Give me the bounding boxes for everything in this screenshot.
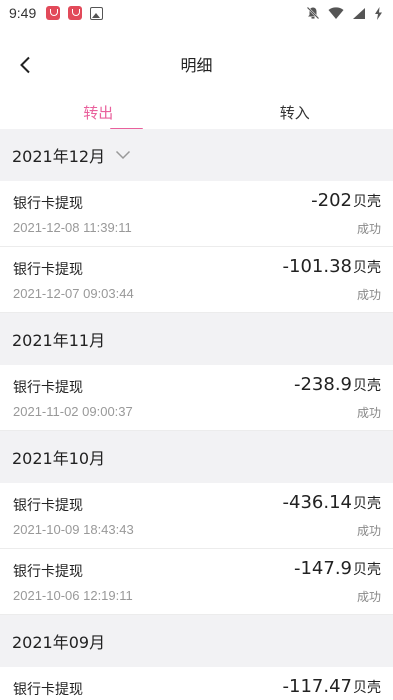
transaction-amount: -436.14 贝壳 [283, 492, 381, 513]
transaction-time: 2021-12-07 09:03:44 [13, 286, 134, 301]
amount-value: -436.14 [282, 492, 352, 513]
transaction-time: 2021-12-08 11:39:11 [13, 220, 132, 235]
transaction-status: 成功 [356, 524, 381, 538]
month-header[interactable]: 2021年10月 [0, 431, 393, 483]
transaction-amount: -117.47 贝壳 [283, 676, 381, 697]
amount-value: -238.9 [293, 374, 352, 395]
status-time: 9:49 [9, 5, 37, 21]
gallery-notification-icon [90, 6, 104, 20]
amount-value: -101.38 [282, 256, 352, 277]
transaction-status: 成功 [356, 406, 381, 420]
transaction-row[interactable]: 银行卡提现 2021-10-09 18:43:43 -436.14 贝壳 成功 [0, 483, 393, 549]
month-header[interactable]: 2021年09月 [0, 615, 393, 667]
transaction-time: 2021-11-02 09:00:37 [13, 404, 133, 419]
tab-transfer-out[interactable]: 转出 [0, 102, 197, 132]
transaction-amount: -202 贝壳 [311, 190, 381, 211]
transaction-time: 2021-10-06 12:19:11 [13, 588, 133, 603]
transaction-row[interactable]: 银行卡提现 2021-12-08 11:39:11 -202 贝壳 成功 [0, 181, 393, 247]
transaction-title: 银行卡提现 [13, 564, 83, 580]
amount-unit: 贝壳 [353, 194, 381, 210]
amount-unit: 贝壳 [353, 562, 381, 578]
transaction-title: 银行卡提现 [13, 380, 83, 396]
month-header[interactable]: 2021年11月 [0, 313, 393, 365]
bell-off-icon [306, 6, 320, 20]
month-label: 2021年09月 [12, 633, 106, 652]
transaction-title: 银行卡提现 [13, 196, 83, 212]
tab-transfer-in[interactable]: 转入 [197, 102, 393, 132]
transaction-amount: -101.38 贝壳 [283, 256, 381, 277]
transaction-title: 银行卡提现 [13, 682, 83, 698]
navigation-bar: 明细 [0, 26, 393, 102]
amount-value: -117.47 [282, 676, 352, 697]
transaction-amount: -147.9 贝壳 [294, 558, 381, 579]
month-label: 2021年12月 [12, 147, 106, 166]
transaction-amount: -238.9 贝壳 [294, 374, 381, 395]
month-header[interactable]: 2021年12月 [0, 129, 393, 181]
transaction-status: 成功 [356, 288, 381, 302]
transaction-row[interactable]: 银行卡提现 -117.47 贝壳 [0, 667, 393, 700]
signal-icon [353, 7, 365, 19]
battery-charging-icon [375, 6, 382, 20]
amount-unit: 贝壳 [353, 260, 381, 276]
page-title: 明细 [180, 56, 213, 75]
transaction-title: 银行卡提现 [13, 498, 83, 514]
transaction-row[interactable]: 银行卡提现 2021-10-06 12:19:11 -147.9 贝壳 成功 [0, 549, 393, 615]
transaction-row[interactable]: 银行卡提现 2021-11-02 09:00:37 -238.9 贝壳 成功 [0, 365, 393, 431]
month-label: 2021年11月 [12, 331, 106, 350]
amount-unit: 贝壳 [353, 496, 381, 512]
transaction-title: 银行卡提现 [13, 262, 83, 278]
transaction-time: 2021-10-09 18:43:43 [13, 522, 134, 537]
amount-value: -147.9 [293, 558, 352, 579]
status-icons [306, 6, 383, 20]
transaction-status: 成功 [356, 590, 381, 604]
status-bar: 9:49 [0, 0, 393, 26]
transaction-row[interactable]: 银行卡提现 2021-12-07 09:03:44 -101.38 贝壳 成功 [0, 247, 393, 313]
chevron-down-icon[interactable] [115, 150, 131, 160]
amount-unit: 贝壳 [353, 680, 381, 696]
shopping-app-notification-icon [46, 6, 61, 20]
amount-unit: 贝壳 [353, 378, 381, 394]
transaction-list: 2021年12月 银行卡提现 2021-12-08 11:39:11 -202 贝… [0, 129, 393, 700]
transaction-status: 成功 [356, 222, 381, 236]
month-label: 2021年10月 [12, 449, 106, 468]
tab-bar: 转出 转入 [0, 102, 393, 132]
amount-value: -202 [311, 190, 352, 211]
wifi-icon [328, 6, 344, 19]
shopping-app-notification-icon [68, 6, 83, 20]
